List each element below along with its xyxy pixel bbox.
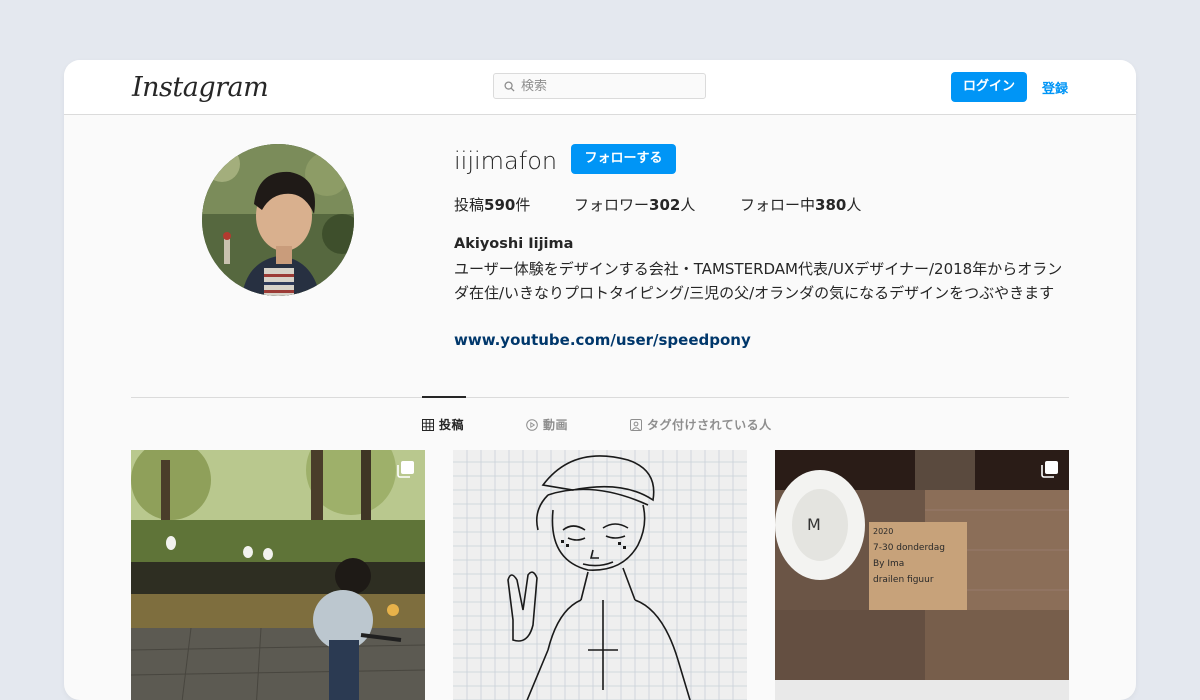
posts-count: 590	[484, 196, 516, 214]
posts-prefix: 投稿	[454, 196, 485, 214]
note-line-1: 2020	[873, 527, 893, 536]
svg-text:M: M	[807, 515, 821, 534]
multiple-images-icon	[1041, 461, 1058, 478]
play-icon	[526, 418, 538, 431]
tab-videos[interactable]: 動画	[526, 416, 568, 433]
profile-full-name: Akiyoshi Iijima	[454, 236, 574, 252]
active-tab-indicator	[422, 396, 466, 398]
multiple-images-icon	[397, 461, 414, 478]
posts-suffix: 件	[515, 196, 531, 214]
tagged-icon	[630, 418, 642, 431]
search-input[interactable]	[521, 78, 691, 94]
grid-icon	[422, 418, 434, 431]
search-icon	[504, 80, 515, 92]
followers-stat[interactable]: フォロワー302人	[574, 194, 695, 215]
followers-count: 302	[649, 196, 681, 214]
tab-posts-label: 投稿	[439, 418, 465, 432]
tab-posts[interactable]: 投稿	[422, 416, 464, 433]
post-image-sketch	[453, 450, 747, 700]
note-line-2: 7-30 donderdag	[873, 543, 945, 553]
search-box[interactable]	[493, 73, 706, 99]
profile-divider	[131, 397, 1069, 398]
instagram-logo[interactable]: Instagram	[132, 72, 269, 103]
post-thumbnail[interactable]: M 2020 7-30 donderdag By Ima drailen fig…	[775, 450, 1069, 700]
follow-button[interactable]: フォローする	[571, 144, 676, 174]
top-navbar: Instagram ログイン 登録	[64, 60, 1136, 115]
note-line-4: drailen figuur	[873, 575, 934, 585]
post-thumbnail[interactable]	[131, 450, 425, 700]
register-link[interactable]: 登録	[1042, 78, 1068, 97]
following-prefix: フォロー中	[740, 196, 816, 214]
following-count: 380	[815, 196, 847, 214]
followers-prefix: フォロワー	[574, 196, 650, 214]
followers-suffix: 人	[680, 196, 696, 214]
post-image-park	[131, 450, 425, 700]
note-line-3: By Ima	[873, 559, 904, 569]
tab-tagged[interactable]: タグ付けされている人	[630, 416, 772, 433]
profile-username: iijimafon	[454, 147, 558, 175]
tab-videos-label: 動画	[543, 418, 569, 432]
following-stat[interactable]: フォロー中380人	[740, 194, 861, 215]
posts-count-stat: 投稿590件	[454, 194, 530, 215]
following-suffix: 人	[846, 196, 862, 214]
profile-avatar	[202, 144, 354, 296]
profile-bio: ユーザー体験をデザインする会社・TAMSTERDAM代表/UXデザイナー/201…	[454, 260, 1063, 302]
browser-window: Instagram ログイン 登録	[64, 60, 1136, 700]
post-thumbnail[interactable]	[453, 450, 747, 700]
tab-tagged-label: タグ付けされている人	[647, 418, 772, 432]
profile-website-link[interactable]: www.youtube.com/user/speedpony	[454, 331, 751, 349]
login-button[interactable]: ログイン	[951, 72, 1027, 102]
post-image-window-note: M 2020 7-30 donderdag By Ima drailen fig…	[775, 450, 1069, 700]
